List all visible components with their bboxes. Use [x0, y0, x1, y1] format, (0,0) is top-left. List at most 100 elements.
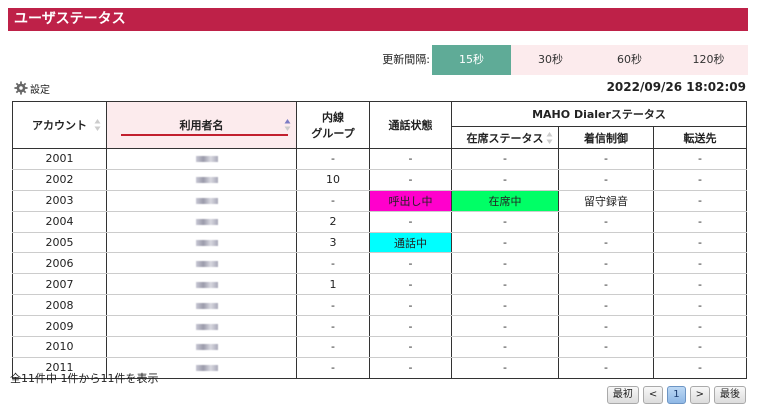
sort-asc-icon — [284, 119, 291, 131]
table-row[interactable]: 2005 3 通話中 - - - — [12, 231, 748, 254]
group-cell: - — [296, 315, 370, 338]
account-cell: 2003 — [12, 189, 107, 212]
redacted-name — [195, 260, 218, 267]
incoming-cell: - — [558, 294, 654, 317]
table-row[interactable]: 2001 - - - - - — [12, 148, 748, 170]
account-cell: 2001 — [12, 148, 107, 170]
prev-page-button[interactable]: < — [642, 386, 664, 404]
user-name-cell — [106, 210, 297, 233]
presence-cell: - — [451, 148, 559, 170]
account-cell: 2007 — [12, 273, 107, 296]
last-page-button[interactable]: 最後 — [714, 386, 746, 404]
col-header-group[interactable]: 内線 グループ — [296, 101, 370, 149]
page-1-button[interactable]: 1 — [667, 386, 686, 404]
gear-icon — [14, 81, 28, 95]
user-name-cell — [106, 252, 297, 275]
account-cell: 2010 — [12, 336, 107, 358]
group-cell: - — [296, 252, 370, 275]
col-header-user-name[interactable]: 利用者名 — [106, 101, 297, 149]
forward-cell: - — [652, 356, 748, 379]
sort-active-underline — [121, 134, 288, 136]
presence-cell: 在席中 — [451, 189, 559, 212]
refresh-interval-label: 更新間隔: — [382, 53, 430, 66]
table-row[interactable]: 2008 - - - - - — [12, 294, 748, 317]
call-status-cell: 通話中 — [369, 231, 452, 254]
table-row[interactable]: 2003 - 呼出し中 在席中 留守録音 - — [12, 189, 748, 212]
last-updated-datetime: 2022/09/26 18:02:09 — [606, 80, 746, 94]
presence-cell: - — [451, 210, 559, 233]
table-row[interactable]: 2004 2 - - - - — [12, 210, 748, 233]
interval-60s-button[interactable]: 60秒 — [590, 45, 669, 75]
account-cell: 2002 — [12, 168, 107, 191]
redacted-name — [195, 323, 218, 330]
table-row[interactable]: 2006 - - - - - — [12, 252, 748, 275]
call-status-cell: - — [369, 148, 452, 170]
call-status-cell: - — [369, 315, 452, 338]
col-header-call-status[interactable]: 通話状態 — [369, 101, 452, 149]
user-name-cell — [106, 294, 297, 317]
settings-label: 設定 — [30, 84, 50, 96]
page-title: ユーザステータス — [14, 11, 126, 27]
interval-15s-button[interactable]: 15秒 — [432, 45, 511, 75]
forward-cell: - — [652, 189, 748, 212]
forward-cell: - — [652, 252, 748, 275]
user-name-cell — [106, 231, 297, 254]
redacted-name — [195, 219, 218, 226]
incoming-cell: - — [558, 168, 654, 191]
redacted-name — [195, 344, 218, 351]
account-cell: 2006 — [12, 252, 107, 275]
user-status-table: アカウント 利用者名 内線 グループ 通話状態 MAHO Dialerステータス… — [12, 101, 748, 379]
group-cell: - — [296, 356, 370, 379]
table-row[interactable]: 2009 - - - - - — [12, 315, 748, 338]
presence-cell: - — [451, 231, 559, 254]
incoming-cell: - — [558, 210, 654, 233]
table-row[interactable]: 2007 1 - - - - — [12, 273, 748, 296]
table-row[interactable]: 2002 10 - - - - — [12, 168, 748, 191]
incoming-cell: - — [558, 356, 654, 379]
incoming-cell: - — [558, 336, 654, 358]
user-name-cell — [106, 273, 297, 296]
interval-120s-button[interactable]: 120秒 — [669, 45, 748, 75]
presence-cell: - — [451, 168, 559, 191]
first-page-button[interactable]: 最初 — [606, 386, 639, 404]
forward-cell: - — [652, 336, 748, 358]
redacted-name — [195, 156, 218, 163]
interval-30s-button[interactable]: 30秒 — [511, 45, 590, 75]
presence-cell: - — [451, 336, 559, 358]
presence-cell: - — [451, 356, 559, 379]
group-cell: 1 — [296, 273, 370, 296]
redacted-name — [195, 302, 218, 309]
forward-cell: - — [652, 294, 748, 317]
col-header-forward[interactable]: 転送先 — [652, 126, 748, 149]
presence-cell: - — [451, 315, 559, 338]
forward-cell: - — [652, 315, 748, 338]
incoming-cell: - — [558, 148, 654, 170]
user-name-cell — [106, 315, 297, 338]
call-status-cell: - — [369, 168, 452, 191]
presence-cell: - — [451, 273, 559, 296]
call-status-cell: - — [369, 356, 452, 379]
redacted-name — [195, 177, 218, 184]
account-cell: 2004 — [12, 210, 107, 233]
col-header-incoming-control[interactable]: 着信制御 — [558, 126, 654, 149]
group-cell: - — [296, 336, 370, 358]
group-cell: - — [296, 189, 370, 212]
forward-cell: - — [652, 273, 748, 296]
settings-link[interactable]: 設定 — [14, 80, 50, 96]
incoming-cell: - — [558, 252, 654, 275]
group-cell: - — [296, 294, 370, 317]
pagination: 最初 < 1 > 最後 — [606, 386, 746, 404]
result-count: 全11件中 1件から11件を表示 — [10, 372, 159, 385]
table-row[interactable]: 2010 - - - - - — [12, 336, 748, 358]
call-status-cell: - — [369, 210, 452, 233]
call-status-cell: 呼出し中 — [369, 189, 452, 212]
user-name-cell — [106, 336, 297, 358]
col-header-account[interactable]: アカウント — [12, 101, 107, 149]
next-page-button[interactable]: > — [689, 386, 710, 404]
sort-icon — [546, 131, 553, 144]
forward-cell: - — [652, 231, 748, 254]
sort-icon — [94, 119, 101, 131]
col-header-presence[interactable]: 在席ステータス — [451, 126, 559, 149]
group-cell: 10 — [296, 168, 370, 191]
refresh-interval-bar: 更新間隔: 15秒 30秒 60秒 120秒 — [0, 45, 758, 75]
